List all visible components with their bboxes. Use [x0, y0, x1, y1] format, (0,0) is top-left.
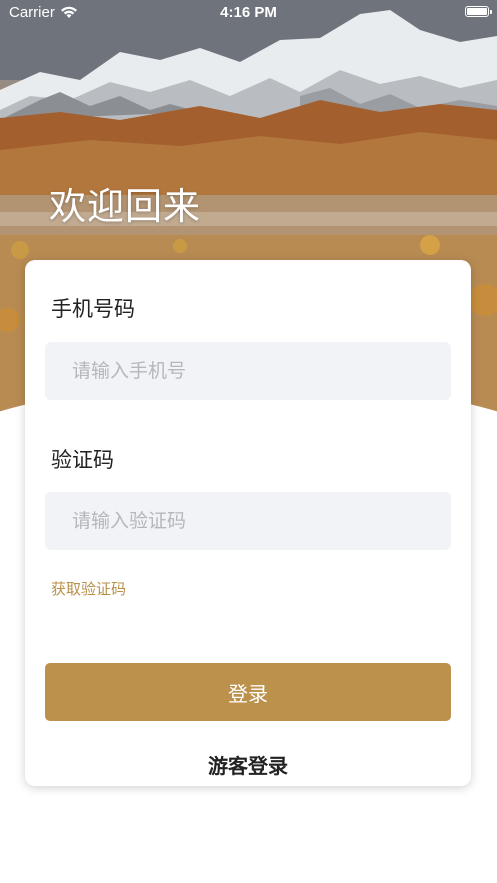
battery-tip: [490, 10, 492, 14]
phone-input[interactable]: [45, 342, 451, 400]
guest-login-link[interactable]: 游客登录: [25, 750, 471, 779]
page-title: 欢迎回来: [49, 185, 201, 228]
battery-icon: [465, 6, 489, 17]
login-button[interactable]: 登录: [45, 663, 451, 721]
verification-code-input[interactable]: [45, 492, 451, 550]
status-time: 4:16 PM: [220, 4, 277, 21]
phone-label: 手机号码: [51, 297, 135, 321]
login-card: 手机号码 验证码 获取验证码 登录 游客登录: [25, 260, 471, 786]
status-bar: Carrier 4:16 PM: [0, 0, 497, 26]
code-label: 验证码: [51, 448, 114, 472]
get-code-link[interactable]: 获取验证码: [51, 578, 126, 599]
